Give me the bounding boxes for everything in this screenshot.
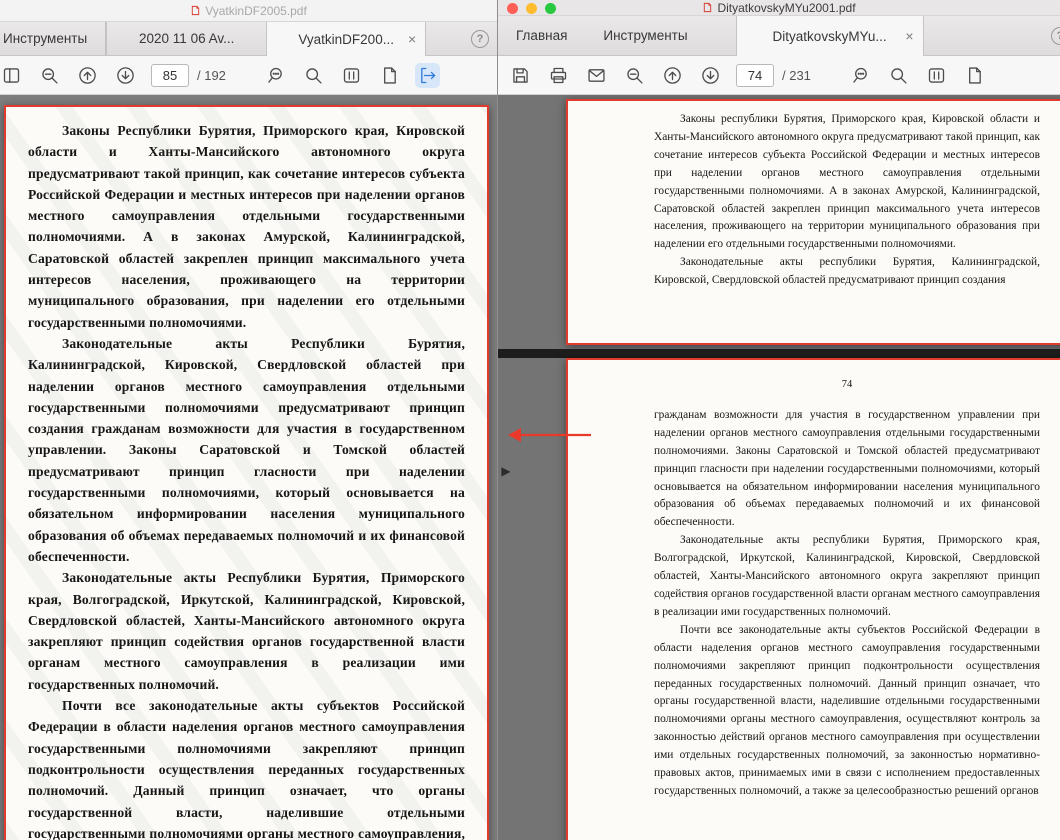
panels-icon <box>1 65 22 86</box>
help-button[interactable]: ? <box>1051 27 1060 45</box>
email-icon <box>586 65 607 86</box>
zoom-out-icon <box>624 65 645 86</box>
pdf-paragraph: Законодательные акты республики Бурятия,… <box>654 532 1040 622</box>
page-total-label: / 231 <box>782 68 811 83</box>
right-tabbar: Главная Инструменты DityatkovskyMYu... ×… <box>498 16 1060 56</box>
right-document-view[interactable]: Законы республики Бурятия, Приморского к… <box>498 95 1060 840</box>
thumbnails-button[interactable] <box>924 63 949 88</box>
minimize-window-button[interactable] <box>526 3 537 14</box>
page-up-button[interactable] <box>660 63 685 88</box>
zoom-out-icon <box>39 65 60 86</box>
maximize-window-button[interactable] <box>545 3 556 14</box>
zoom-button[interactable] <box>886 63 911 88</box>
pdf-paragraph: Законодательные акты республики Бурятия,… <box>654 254 1040 290</box>
window-title-text: VyatkinDF2005.pdf <box>205 4 307 18</box>
close-tab-icon[interactable]: × <box>905 29 913 43</box>
left-toolbar: / 192 <box>0 56 497 95</box>
left-tabbar: Инструменты 2020 11 06 Av... VyatkinDF20… <box>0 22 497 56</box>
menu-tab-home[interactable]: Главная <box>498 16 585 55</box>
doc-tab-vyatkin[interactable]: VyatkinDF200... × <box>266 22 426 56</box>
page-down-icon <box>115 65 136 86</box>
zoom-button[interactable] <box>301 63 326 88</box>
page-down-icon <box>700 65 721 86</box>
page-number-input[interactable] <box>151 64 189 87</box>
right-toolbar: / 231 <box>498 56 1060 95</box>
zoom-out-button[interactable] <box>622 63 647 88</box>
page-view-button[interactable] <box>377 63 402 88</box>
page-text: гражданам возможности для участия в госу… <box>654 407 1040 801</box>
page-view-icon <box>964 65 985 86</box>
export-button[interactable] <box>415 63 440 88</box>
menu-tab-tools[interactable]: Инструменты <box>0 22 105 55</box>
right-titlebar: DityatkovskyMYu2001.pdf <box>498 0 1060 16</box>
page-number-input[interactable] <box>736 64 774 87</box>
print-icon <box>548 65 569 86</box>
pdf-page-74: 74 гражданам возможности для участия в г… <box>566 358 1060 840</box>
left-document-view[interactable]: Законы Республики Бурятия, Приморского к… <box>0 95 497 840</box>
page-up-icon <box>662 65 683 86</box>
pdf-paragraph: Почти все законодательные акты субъектов… <box>28 695 465 840</box>
help-button[interactable]: ? <box>471 30 489 48</box>
page-text: Законы Республики Бурятия, Приморского к… <box>28 120 465 840</box>
page-view-icon <box>379 65 400 86</box>
pdf-file-icon <box>702 1 713 14</box>
pdf-paragraph: Законодательные акты Республики Бурятия,… <box>28 567 465 695</box>
page-down-button[interactable] <box>698 63 723 88</box>
doc-tab-2020-11-06[interactable]: 2020 11 06 Av... <box>106 22 266 55</box>
save-icon <box>510 65 531 86</box>
pdf-page-85: Законы Республики Бурятия, Приморского к… <box>4 105 489 840</box>
search-icon <box>850 65 871 86</box>
search-icon <box>265 65 286 86</box>
thumbnails-icon <box>341 65 362 86</box>
thumbnails-button[interactable] <box>339 63 364 88</box>
doc-tab-dityatkovsky[interactable]: DityatkovskyMYu... × <box>736 16 924 56</box>
pdf-window-right: DityatkovskyMYu2001.pdf Главная Инструме… <box>497 0 1060 840</box>
thumbnails-icon <box>926 65 947 86</box>
traffic-lights <box>507 3 556 14</box>
pdf-paragraph: Законодательные акты Республики Бурятия,… <box>28 333 465 567</box>
page-up-button[interactable] <box>75 63 100 88</box>
close-tab-icon[interactable]: × <box>408 32 416 46</box>
pdf-paragraph: Законы республики Бурятия, Приморского к… <box>654 111 1040 254</box>
doc-tab-label: 2020 11 06 Av... <box>139 31 234 46</box>
close-window-button[interactable] <box>507 3 518 14</box>
doc-tab-label: VyatkinDF200... <box>298 32 394 47</box>
pdf-window-left: VyatkinDF2005.pdf Инструменты 2020 11 06… <box>0 0 497 840</box>
doc-tab-label: DityatkovskyMYu... <box>773 29 887 44</box>
sidebar-reveal-icon[interactable]: ▶ <box>499 456 513 486</box>
pdf-paragraph: Почти все законодательные акты субъектов… <box>654 622 1040 801</box>
print-button[interactable] <box>546 63 571 88</box>
zoom-icon <box>888 65 909 86</box>
page-number-label: 74 <box>654 376 1040 394</box>
left-titlebar: VyatkinDF2005.pdf <box>0 0 497 22</box>
page-total-label: / 192 <box>197 68 226 83</box>
red-arrow-annotation <box>505 423 595 447</box>
page-view-button[interactable] <box>962 63 987 88</box>
page-gap <box>498 349 1060 358</box>
window-title: VyatkinDF2005.pdf <box>190 4 307 18</box>
pdf-page-73-bottom: Законы республики Бурятия, Приморского к… <box>566 99 1060 345</box>
window-title-text: DityatkovskyMYu2001.pdf <box>717 1 855 15</box>
page-down-button[interactable] <box>113 63 138 88</box>
screen: VyatkinDF2005.pdf Инструменты 2020 11 06… <box>0 0 1060 840</box>
menu-tab-tools[interactable]: Инструменты <box>585 16 705 55</box>
pdf-paragraph: Законы Республики Бурятия, Приморского к… <box>28 120 465 333</box>
export-icon <box>417 65 438 86</box>
email-button[interactable] <box>584 63 609 88</box>
page-text: Законы республики Бурятия, Приморского к… <box>654 111 1040 290</box>
page-up-icon <box>77 65 98 86</box>
search-button[interactable] <box>848 63 873 88</box>
zoom-out-button[interactable] <box>37 63 62 88</box>
window-title: DityatkovskyMYu2001.pdf <box>702 1 855 15</box>
pdf-paragraph: гражданам возможности для участия в госу… <box>654 407 1040 532</box>
zoom-icon <box>303 65 324 86</box>
panels-button[interactable] <box>0 63 24 88</box>
save-button[interactable] <box>508 63 533 88</box>
pdf-file-icon <box>190 4 201 17</box>
search-button[interactable] <box>263 63 288 88</box>
